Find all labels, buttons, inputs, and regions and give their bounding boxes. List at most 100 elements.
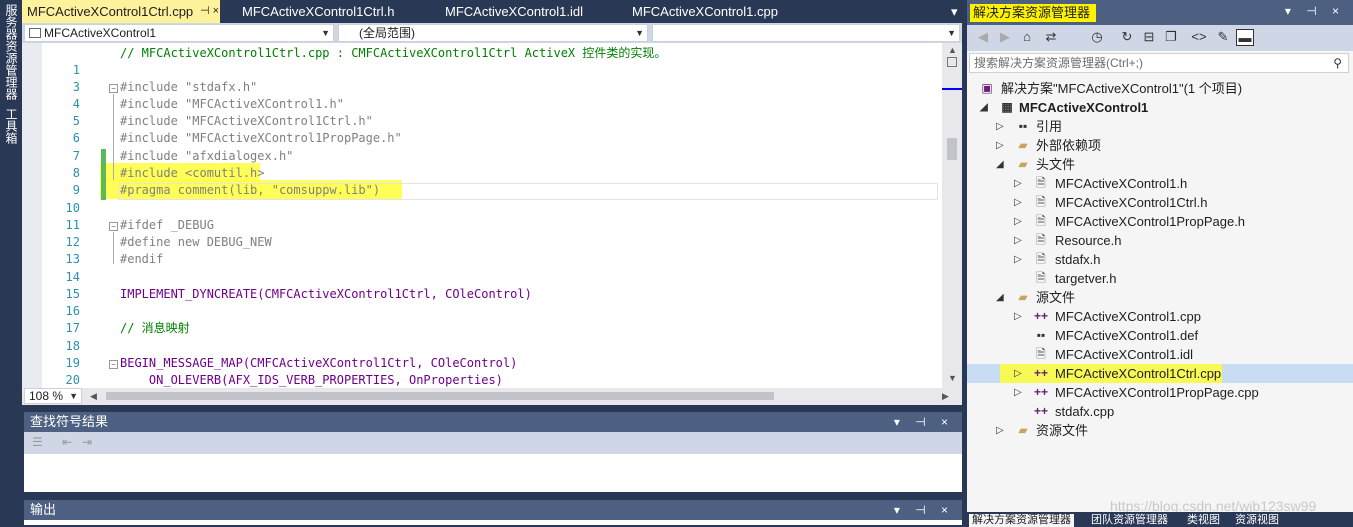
collapsed-icon[interactable]: ▷ (996, 421, 1004, 440)
code-line-comment[interactable]: // 消息映射 (120, 320, 190, 337)
collapsed-icon[interactable]: ▷ (996, 136, 1004, 155)
server-explorer-tab[interactable]: 服务器资源管理器 (3, 4, 20, 100)
tab-resource-view[interactable]: 资源视图 (1235, 514, 1279, 527)
tab-idl[interactable]: MFCActiveXControl1.idl (440, 0, 583, 23)
code-line-define[interactable]: #define new DEBUG_NEW (120, 234, 272, 251)
editor-vertical-scrollbar[interactable]: ▲ ▼ (942, 43, 962, 388)
tab-ctrl-h[interactable]: MFCActiveXControl1Ctrl.h (237, 0, 394, 23)
panel-controls-icon[interactable]: ▾ ⊣ × (894, 500, 954, 520)
collapsed-icon[interactable]: ▷ (1014, 193, 1022, 212)
collapsed-icon[interactable]: ▷ (1014, 383, 1022, 402)
home-icon[interactable]: ⌂ (1018, 29, 1036, 44)
properties-icon[interactable]: ✎ (1214, 29, 1232, 45)
find-symbol-toolbar: ☰ ⇤ ⇥ (24, 432, 962, 454)
collapsed-icon[interactable]: ▷ (996, 117, 1004, 136)
line-number: 17 (65, 321, 80, 335)
member-combo[interactable]: ▼ (652, 24, 960, 42)
split-icon[interactable] (947, 57, 957, 67)
expanded-icon[interactable]: ◢ (996, 155, 1004, 174)
tab-class-view[interactable]: 类视图 (1187, 514, 1220, 527)
solution-search-input[interactable]: 搜索解决方案资源管理器(Ctrl+;) ⚲ (969, 53, 1349, 73)
collapsed-icon[interactable]: ▷ (1014, 231, 1022, 250)
code-line-include[interactable]: #include "MFCActiveXControl1Ctrl.h" (120, 113, 373, 130)
collapsed-icon[interactable]: ▷ (1014, 307, 1022, 326)
scroll-up-icon[interactable]: ▲ (948, 45, 957, 55)
editor-horizontal-scrollbar: 108 % ▼ ◀ ▶ (22, 388, 962, 405)
chevron-down-icon: ▼ (321, 28, 330, 38)
fold-icon[interactable]: − (109, 360, 118, 369)
zoom-combo[interactable]: 108 % ▼ (24, 388, 82, 404)
code-line-begin-map[interactable]: BEGIN_MESSAGE_MAP(CMFCActiveXControl1Ctr… (120, 355, 517, 372)
collapsed-icon[interactable]: ▷ (1014, 250, 1022, 269)
next-icon[interactable]: ⇥ (82, 435, 92, 449)
expanded-icon[interactable]: ◢ (980, 98, 988, 117)
fold-icon[interactable]: − (109, 84, 118, 93)
toolbox-tab[interactable]: 工具箱 (3, 108, 20, 144)
scroll-left-icon[interactable]: ◀ (90, 391, 97, 402)
code-line-implement[interactable]: IMPLEMENT_DYNCREATE(CMFCActiveXControl1C… (120, 286, 532, 303)
fold-icon[interactable]: − (109, 222, 118, 231)
scroll-right-icon[interactable]: ▶ (942, 391, 949, 402)
history-icon[interactable]: ◷ (1088, 29, 1106, 45)
header-file-icon: 🗎 (1036, 233, 1046, 247)
code-line-on-oleverb[interactable]: ON_OLEVERB(AFX_IDS_VERB_PROPERTIES, OnPr… (120, 372, 503, 389)
header-file-icon: 🗎 (1036, 252, 1046, 266)
tab-ctrl-cpp[interactable]: MFCActiveXControl1Ctrl.cpp ⊣ × (22, 0, 220, 23)
code-line-include[interactable]: #include "afxdialogex.h" (120, 148, 293, 165)
code-line-endif[interactable]: #endif (120, 251, 163, 268)
line-number: 15 (65, 287, 80, 301)
expanded-icon[interactable]: ◢ (996, 288, 1004, 307)
code-line-include[interactable]: #include "MFCActiveXControl1PropPage.h" (120, 130, 402, 147)
code-line-include-comutil[interactable]: #include <comutil.h> (120, 165, 265, 182)
collapsed-icon[interactable]: ▷ (1014, 212, 1022, 231)
hscroll-thumb[interactable] (106, 392, 774, 400)
collapse-icon[interactable]: ⊟ (1140, 29, 1158, 45)
project-combo[interactable]: MFCActiveXControl1 ▼ (24, 24, 334, 42)
caret-marker (942, 88, 962, 90)
tab-dropdown-icon[interactable]: ▾ (946, 0, 958, 23)
code-line-ifdef[interactable]: #ifdef _DEBUG (120, 217, 214, 234)
prev-icon[interactable]: ⇤ (62, 435, 72, 449)
tab-label: MFCActiveXControl1Ctrl.cpp (27, 4, 194, 19)
idl-file-icon: 🗎 (1036, 347, 1046, 361)
collapsed-icon[interactable]: ▷ (1014, 364, 1022, 383)
code-line-include[interactable]: #include "MFCActiveXControl1.h" (120, 96, 344, 113)
sync-icon[interactable]: ⇄ (1042, 29, 1060, 45)
change-bar (101, 149, 106, 200)
search-icon[interactable]: ⚲ (1333, 54, 1342, 72)
refresh-icon[interactable]: ↻ (1118, 29, 1136, 45)
back-icon[interactable]: ◀ (974, 29, 992, 45)
line-number: 9 (72, 183, 80, 197)
tab-cpp[interactable]: MFCActiveXControl1.cpp (627, 0, 778, 23)
chevron-down-icon: ▼ (635, 28, 644, 38)
find-symbol-header: 查找符号结果 ▾ ⊣ × (24, 412, 962, 432)
pin-icon[interactable]: ▬ (1236, 29, 1254, 46)
line-number (44, 45, 80, 62)
output-panel: 输出 ▾ ⊣ × (24, 500, 962, 525)
forward-icon[interactable]: ▶ (996, 29, 1014, 45)
references-icon: ▪▪ (1018, 119, 1028, 133)
class-icon (29, 28, 41, 38)
cpp-file-icon: ++ (1034, 385, 1049, 399)
line-number: 12 (65, 235, 80, 249)
tab-solution-explorer[interactable]: 解决方案资源管理器 (969, 514, 1074, 527)
collapsed-icon[interactable]: ▷ (1014, 174, 1022, 193)
scroll-thumb[interactable] (947, 138, 957, 160)
scope-combo[interactable]: (全局范围) ▼ (338, 24, 648, 42)
list-icon[interactable]: ☰ (32, 435, 43, 449)
cpp-file-icon: ++ (1034, 309, 1049, 323)
line-number: 8 (72, 166, 80, 180)
scroll-down-icon[interactable]: ▼ (948, 373, 957, 383)
code-line-pragma[interactable]: #pragma comment(lib, "comsuppw.lib") (120, 182, 380, 199)
code-line-include[interactable]: #include "stdafx.h" (120, 79, 257, 96)
code-line-comment[interactable]: // MFCActiveXControl1Ctrl.cpp : CMFCActi… (120, 45, 666, 62)
tab-team-explorer[interactable]: 团队资源管理器 (1091, 514, 1168, 527)
folder-icon: ▰ (1018, 290, 1028, 304)
pin-close-icon[interactable]: ⊣ × (200, 0, 219, 23)
copy-icon[interactable]: ❐ (1162, 29, 1180, 45)
line-number: 16 (65, 304, 80, 318)
code-view-icon[interactable]: <> (1190, 29, 1208, 44)
panel-controls-icon[interactable]: ▾ ⊣ × (894, 412, 954, 432)
panel-controls-icon[interactable]: ▾ ⊣ × (1285, 4, 1345, 18)
line-number: 4 (72, 97, 80, 111)
